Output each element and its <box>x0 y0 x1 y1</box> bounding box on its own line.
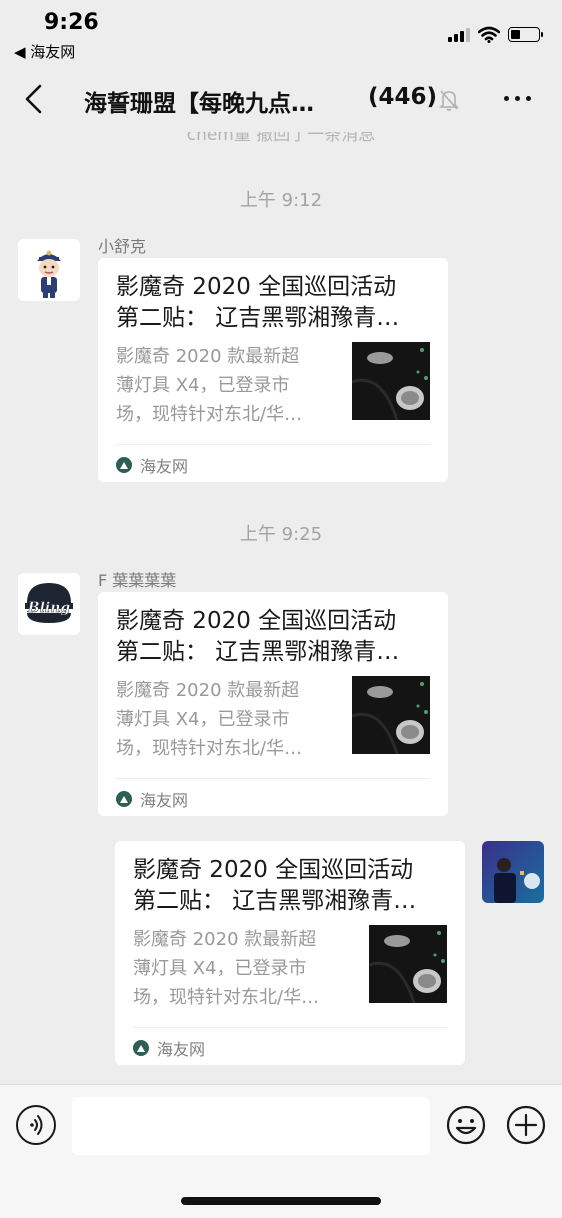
sender-name: 小舒克 <box>98 237 147 256</box>
voice-input-button[interactable] <box>16 1105 56 1145</box>
card-divider <box>116 778 430 779</box>
photo-avatar <box>482 841 544 903</box>
chat-header: 海誓珊盟【每晚九点… (446) <box>0 66 562 132</box>
status-bar: 9:26 ◀ 海友网 <box>0 0 562 66</box>
card-thumbnail <box>352 342 430 420</box>
card-title: 影魔奇 2020 全国巡回活动 第二贴： 辽吉黑鄂湘豫青… <box>116 608 400 665</box>
plus-icon[interactable] <box>506 1105 546 1145</box>
card-divider <box>116 444 430 445</box>
bling-logo-avatar: Bling <box>18 573 80 635</box>
message-timestamp: 上午 9:12 <box>239 190 323 211</box>
emoji-icon[interactable] <box>446 1105 486 1145</box>
card-source: 海友网 <box>116 787 188 811</box>
svg-text:Bling: Bling <box>27 600 71 616</box>
avatar[interactable] <box>18 239 80 301</box>
card-title: 影魔奇 2020 全国巡回活动 第二贴： 辽吉黑鄂湘豫青… <box>116 274 400 331</box>
link-card[interactable]: 影魔奇 2020 全国巡回活动 第二贴： 辽吉黑鄂湘豫青… 影魔奇 2020 款… <box>98 592 448 816</box>
member-count: (446) <box>368 84 438 110</box>
wifi-icon <box>478 26 500 43</box>
battery-icon <box>508 26 543 42</box>
avatar-self[interactable] <box>482 841 544 903</box>
home-indicator[interactable] <box>181 1197 381 1205</box>
card-thumbnail <box>369 925 447 1003</box>
status-time: 9:26 <box>44 10 99 35</box>
back-arrow-icon[interactable] <box>18 82 48 116</box>
system-notice: chem量 撤回了一条消息 <box>186 132 376 145</box>
source-logo-icon <box>133 1040 149 1056</box>
avatar[interactable]: Bling <box>18 573 80 635</box>
source-logo-icon <box>116 457 132 473</box>
card-source: 海友网 <box>116 453 188 477</box>
back-to-app-link[interactable]: ◀ 海友网 <box>14 41 75 62</box>
card-source: 海友网 <box>133 1036 205 1060</box>
chat-title[interactable]: 海誓珊盟【每晚九点… <box>84 84 314 118</box>
source-logo-icon <box>116 791 132 807</box>
voice-icon <box>30 1115 43 1135</box>
cartoon-avatar-icon <box>18 239 80 301</box>
card-description: 影魔奇 2020 款最新超 薄灯具 X4，已登录市 场，现特针对东北/华… <box>116 346 303 425</box>
link-card[interactable]: 影魔奇 2020 全国巡回活动 第二贴： 辽吉黑鄂湘豫青… 影魔奇 2020 款… <box>98 258 448 482</box>
cellular-signal-icon <box>448 26 470 42</box>
mute-bell-icon <box>439 90 459 111</box>
sender-name: F 葉葉葉葉 <box>98 571 177 590</box>
card-description: 影魔奇 2020 款最新超 薄灯具 X4，已登录市 场，现特针对东北/华… <box>133 929 320 1008</box>
message-input[interactable] <box>72 1097 430 1155</box>
card-thumbnail <box>352 676 430 754</box>
card-divider <box>133 1027 447 1028</box>
message-timestamp: 上午 9:25 <box>239 524 323 545</box>
card-title: 影魔奇 2020 全国巡回活动 第二贴： 辽吉黑鄂湘豫青… <box>133 857 417 914</box>
link-card[interactable]: 影魔奇 2020 全国巡回活动 第二贴： 辽吉黑鄂湘豫青… 影魔奇 2020 款… <box>115 841 465 1065</box>
chat-messages[interactable]: chem量 撤回了一条消息 上午 9:12 小舒克 影魔奇 2020 全国巡回活… <box>0 132 562 1084</box>
more-options-button[interactable] <box>504 96 531 101</box>
card-description: 影魔奇 2020 款最新超 薄灯具 X4，已登录市 场，现特针对东北/华… <box>116 680 303 759</box>
status-icons <box>448 24 543 44</box>
